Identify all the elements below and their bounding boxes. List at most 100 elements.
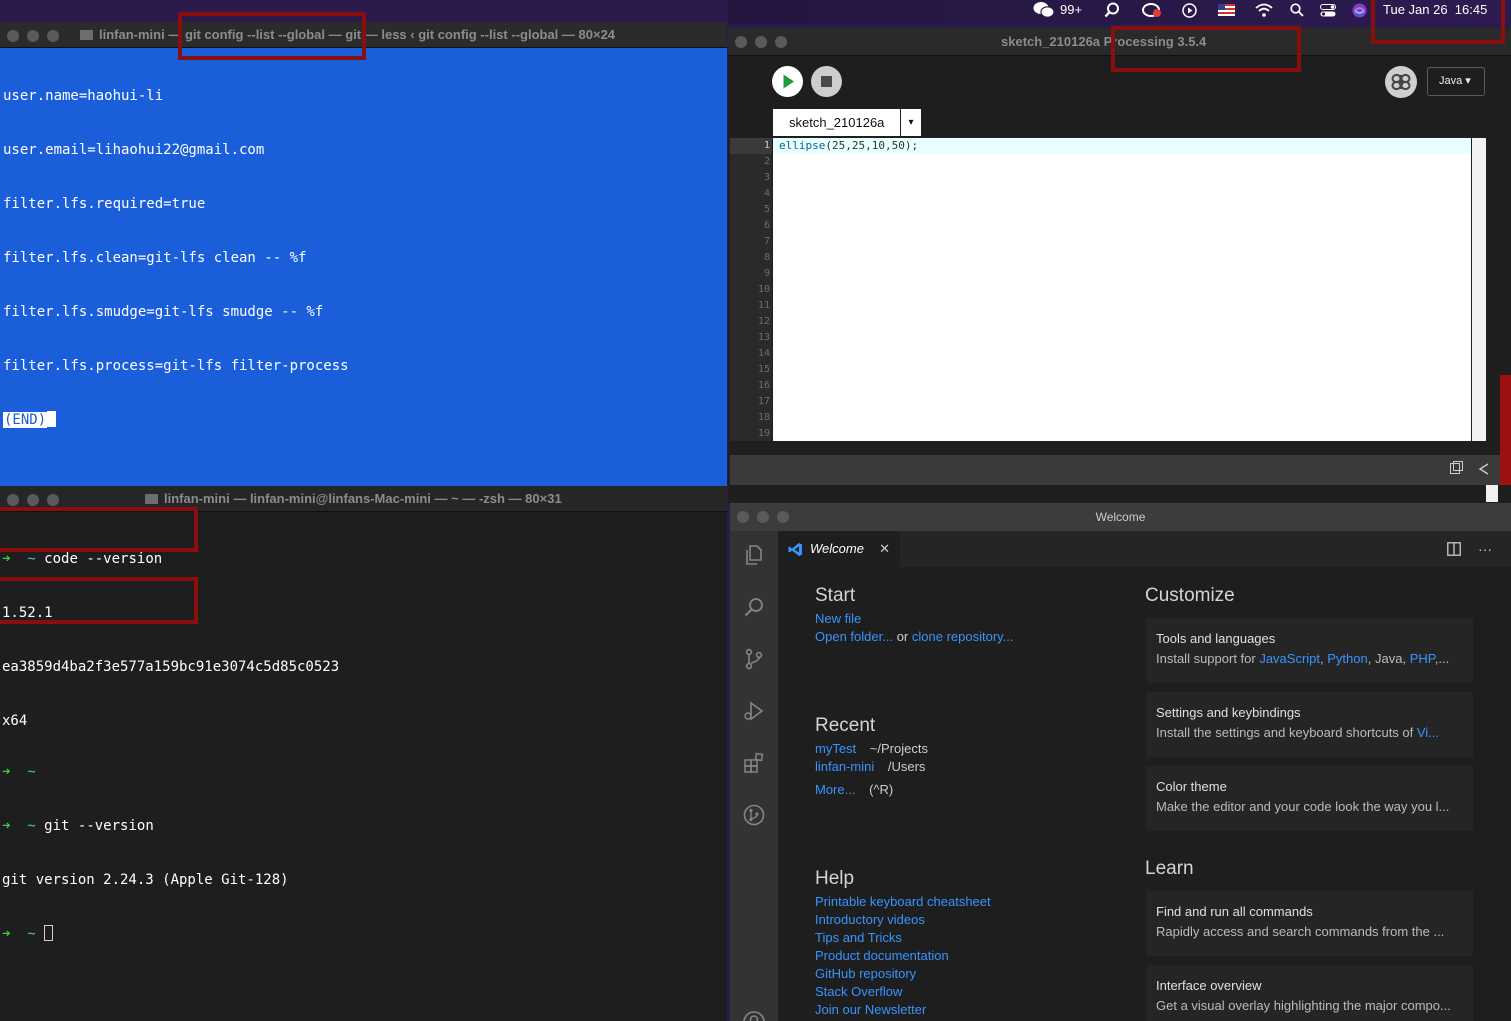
terminal-prompt-line: ➜ ~: [2, 763, 727, 781]
console-toolbar: [730, 455, 1511, 485]
vscode-titlebar[interactable]: Welcome: [730, 503, 1511, 531]
recent-item: myTest ~/Projects: [815, 741, 928, 756]
explorer-icon[interactable]: [742, 543, 766, 567]
split-editor-icon[interactable]: [1447, 531, 1461, 567]
tools-languages-card[interactable]: Tools and languages Install support for …: [1146, 618, 1473, 683]
card-description: Install the settings and keyboard shortc…: [1156, 725, 1440, 740]
prompt-dir: ~: [27, 818, 36, 834]
terminal-line: user.name=haohui-li: [3, 88, 164, 104]
close-window-button[interactable]: [735, 36, 747, 48]
terminal-command-line: ➜ ~ code --version: [2, 550, 727, 568]
code-function: ellipse: [779, 139, 826, 152]
card-title: Settings and keybindings: [1156, 705, 1301, 720]
gitlens-icon[interactable]: [742, 803, 766, 827]
sketch-tab[interactable]: sketch_210126a: [773, 109, 900, 136]
terminal-line: git version 2.24.3 (Apple Git-128): [2, 872, 289, 888]
settings-keybindings-card[interactable]: Settings and keybindings Install the set…: [1146, 692, 1473, 757]
wifi-icon[interactable]: [1255, 3, 1273, 25]
source-control-icon[interactable]: [742, 647, 766, 671]
close-tab-icon[interactable]: ✕: [879, 531, 890, 567]
zoom-window-button[interactable]: [775, 36, 787, 48]
help-link[interactable]: Join our Newsletter: [815, 1002, 926, 1017]
javascript-link[interactable]: JavaScript: [1259, 651, 1320, 666]
zoom-window-button[interactable]: [47, 494, 59, 506]
help-link[interactable]: Tips and Tricks: [815, 930, 902, 945]
extensions-icon[interactable]: [742, 751, 766, 775]
minimize-window-button[interactable]: [27, 494, 39, 506]
terminal-window-git-config[interactable]: linfan-mini — git config --list --global…: [0, 22, 727, 486]
help-link[interactable]: Printable keyboard cheatsheet: [815, 894, 991, 909]
run-debug-icon[interactable]: [742, 699, 766, 723]
play-circle-icon[interactable]: [1182, 3, 1197, 25]
stop-icon: [821, 76, 832, 87]
recent-item-name[interactable]: myTest: [815, 741, 856, 756]
control-center-icon[interactable]: [1320, 4, 1336, 26]
vim-link[interactable]: Vi...: [1417, 725, 1439, 740]
php-link[interactable]: PHP: [1410, 651, 1435, 666]
open-folder-link[interactable]: Open folder...: [815, 629, 893, 644]
new-file-link[interactable]: New file: [815, 611, 861, 626]
console-scrollbar[interactable]: [1486, 485, 1498, 502]
terminal-prompt-line: ➜ ~: [2, 925, 727, 943]
search-magnifier-icon[interactable]: [1104, 2, 1120, 24]
vscode-logo-icon: [788, 543, 802, 556]
help-link[interactable]: Stack Overflow: [815, 984, 902, 999]
help-link[interactable]: Product documentation: [815, 948, 949, 963]
line-number-gutter: 1 2 3 4 5 6 7 8 9 10 11 12 13 14 15 16 17 18 19: [730, 138, 772, 441]
prompt-dir: ~: [27, 926, 36, 942]
line-number: 6: [763, 220, 770, 231]
console-icon[interactable]: [1450, 461, 1463, 477]
line-number: 9: [763, 268, 770, 279]
spotlight-search-icon[interactable]: [1290, 3, 1304, 25]
editor-scrollbar[interactable]: [1472, 138, 1486, 441]
prompt-arrow: ➜: [2, 764, 11, 780]
python-link[interactable]: Python: [1327, 651, 1367, 666]
terminal-cursor: [47, 411, 57, 427]
tab-menu-button[interactable]: ▾: [901, 109, 921, 136]
prompt-arrow: ➜: [2, 551, 11, 567]
terminal-line: filter.lfs.smudge=git-lfs smudge -- %f: [3, 304, 324, 320]
recent-item-name[interactable]: linfan-mini: [815, 759, 874, 774]
stop-button[interactable]: [811, 66, 842, 97]
minimize-window-button[interactable]: [27, 30, 39, 42]
debug-mode-button[interactable]: [1385, 66, 1417, 98]
mode-selector[interactable]: Java ▾: [1427, 67, 1485, 96]
terminal-window-zsh[interactable]: linfan-mini — linfan-mini@linfans-Mac-mi…: [0, 486, 727, 1021]
us-flag-icon[interactable]: [1218, 4, 1235, 26]
card-description: Rapidly access and search commands from …: [1156, 924, 1445, 939]
collapse-console-icon[interactable]: [1478, 463, 1490, 478]
close-window-button[interactable]: [7, 30, 19, 42]
start-heading: Start: [815, 585, 856, 606]
close-window-button[interactable]: [7, 494, 19, 506]
account-icon[interactable]: [742, 1010, 766, 1021]
code-editor[interactable]: ellipse(25,25,10,50);: [773, 138, 1471, 441]
window-controls: [7, 30, 59, 42]
terminal-output[interactable]: user.name=haohui-li user.email=lihaohui2…: [0, 48, 727, 486]
line-number: 14: [757, 348, 770, 359]
help-link[interactable]: Introductory videos: [815, 912, 925, 927]
help-link[interactable]: GitHub repository: [815, 966, 916, 981]
card-title: Color theme: [1156, 779, 1227, 794]
search-icon[interactable]: [742, 595, 766, 619]
prompt-arrow: ➜: [2, 926, 11, 942]
clone-repository-link[interactable]: clone repository...: [912, 629, 1014, 644]
creative-cloud-icon[interactable]: [1142, 2, 1162, 24]
minimize-window-button[interactable]: [755, 36, 767, 48]
siri-icon[interactable]: [1352, 3, 1367, 25]
find-commands-card[interactable]: Find and run all commands Rapidly access…: [1146, 891, 1473, 956]
line-number: 17: [757, 396, 770, 407]
color-theme-card[interactable]: Color theme Make the editor and your cod…: [1146, 766, 1473, 831]
tab-welcome[interactable]: Welcome ✕: [778, 531, 900, 567]
run-button[interactable]: [772, 66, 803, 97]
more-recent-link[interactable]: More...: [815, 782, 855, 797]
zoom-window-button[interactable]: [47, 30, 59, 42]
folder-icon: [145, 494, 158, 504]
wechat-icon[interactable]: [1033, 1, 1055, 23]
interface-overview-card[interactable]: Interface overview Get a visual overlay …: [1146, 965, 1473, 1021]
more-actions-icon[interactable]: ···: [1478, 531, 1492, 567]
annotation-box-datetime: [1371, 0, 1505, 44]
line-number: 18: [757, 412, 770, 423]
line-number: 8: [763, 252, 770, 263]
pager-end-marker: (END): [3, 412, 48, 428]
butterfly-icon: [1391, 73, 1411, 91]
